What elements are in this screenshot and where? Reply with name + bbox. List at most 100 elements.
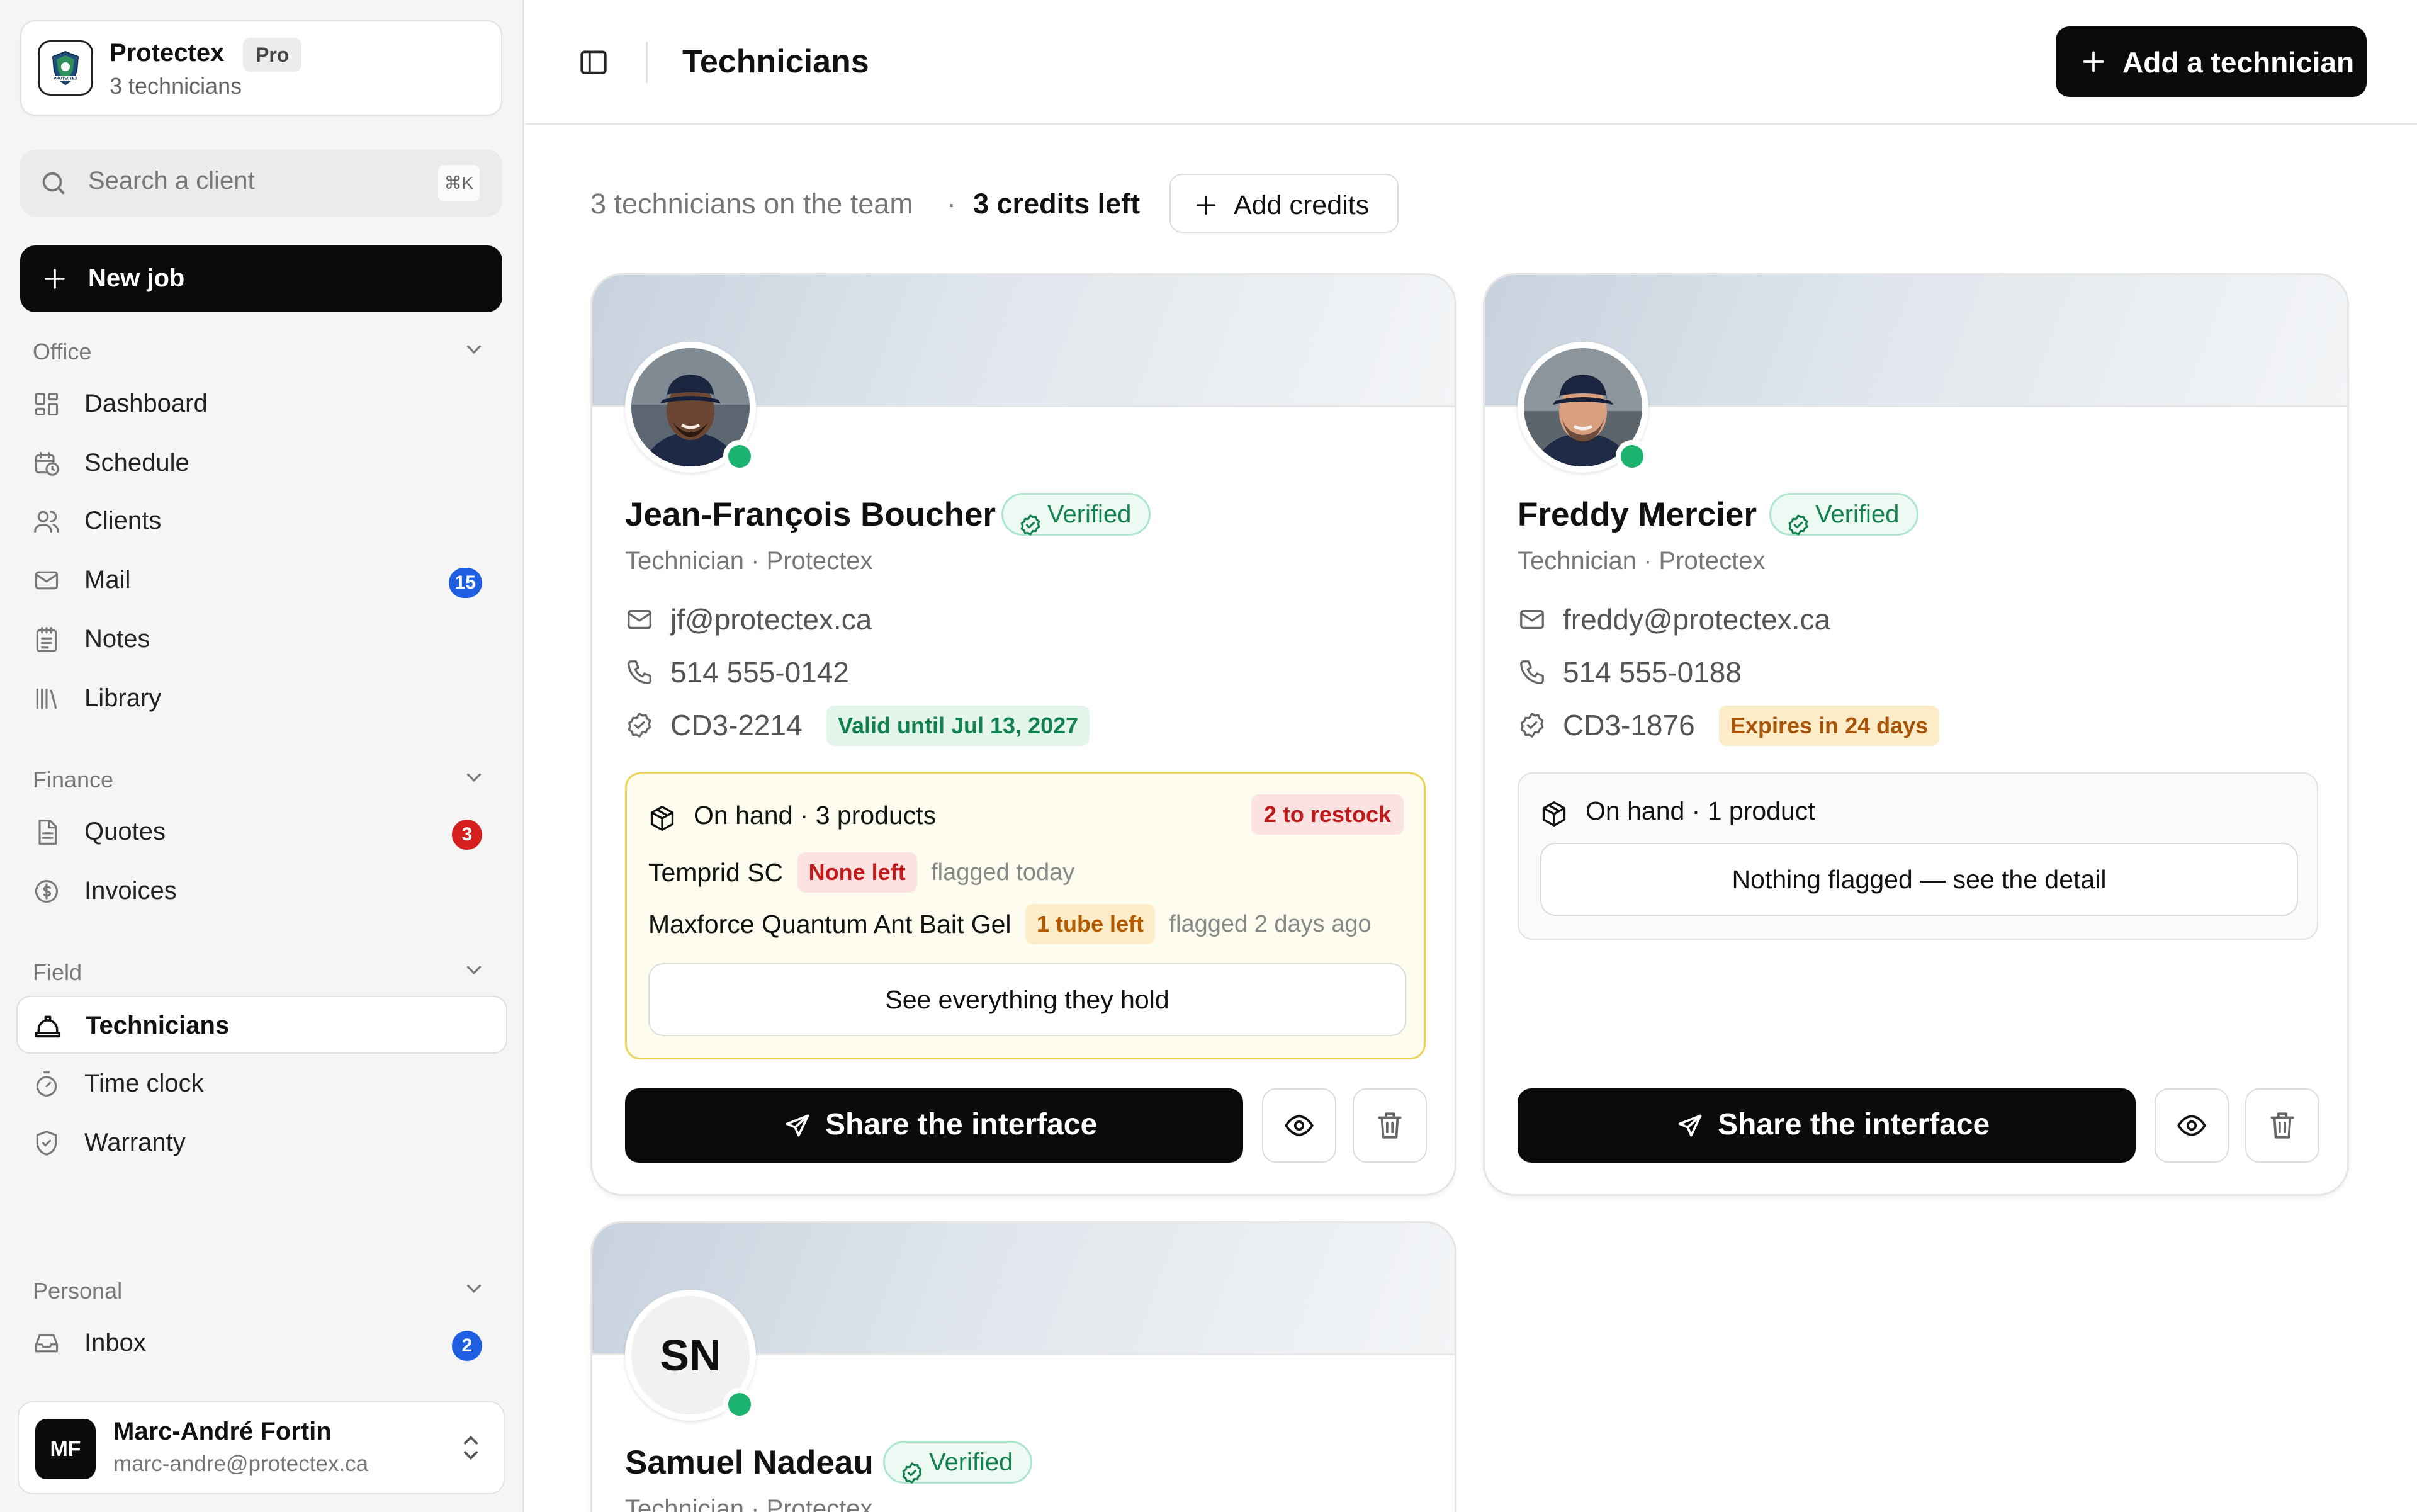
email-text: jf@protectex.ca <box>670 603 872 636</box>
certificate-number: CD3-1876 <box>1563 709 1695 742</box>
section-office: Office <box>33 339 92 364</box>
sidebar-item-dashboard[interactable]: Dashboard <box>16 375 507 433</box>
sidebar-item-label: Dashboard <box>84 390 208 417</box>
users-icon <box>33 507 60 535</box>
sidebar-item-label: Inbox <box>84 1329 146 1357</box>
grid-icon <box>33 390 60 418</box>
org-switcher[interactable]: PROTECTEX Protectex Pro 3 technicians <box>20 20 502 116</box>
inventory-header: On hand · 3 products <box>648 801 936 832</box>
eye-icon <box>2176 1110 2207 1141</box>
sidebar-item-schedule[interactable]: Schedule <box>16 434 507 492</box>
share-interface-button[interactable]: Share the interface <box>1518 1088 2136 1163</box>
check-circle-icon <box>1018 504 1042 543</box>
phone-icon <box>1518 658 1547 687</box>
technician-card: Jean-François Boucher Verified Technicia… <box>590 273 1456 1196</box>
send-icon <box>1676 1112 1704 1140</box>
sidebar-item-label: Notes <box>84 625 150 653</box>
technician-card: Freddy Mercier Verified Technician · Pro… <box>1483 273 2349 1196</box>
view-button[interactable] <box>1262 1088 1336 1163</box>
org-subtitle: 3 technicians <box>110 73 242 99</box>
trash-icon <box>1374 1110 1406 1141</box>
mail-icon <box>1518 605 1547 634</box>
sidebar-item-library[interactable]: Library <box>16 670 507 728</box>
quotes-count-badge: 3 <box>452 820 482 850</box>
sidebar-item-invoices[interactable]: Invoices <box>16 862 507 920</box>
chevron-down-icon[interactable] <box>462 958 486 982</box>
online-status-dot <box>723 440 756 473</box>
delete-button[interactable] <box>2245 1088 2319 1163</box>
chevron-down-icon[interactable] <box>462 765 486 789</box>
trash-icon <box>2267 1110 2298 1141</box>
flag-time: flagged today <box>931 859 1075 886</box>
top-bar: Technicians Add a technician <box>525 0 2417 125</box>
technician-name: Freddy Mercier <box>1518 496 1757 533</box>
inventory-panel: On hand · 1 product Nothing flagged — se… <box>1518 772 2318 940</box>
verified-label: Verified <box>1047 500 1132 528</box>
product-name: Temprid SC <box>648 857 784 887</box>
avatar[interactable] <box>625 342 756 473</box>
logo-wordmark: PROTECTEX <box>54 77 78 81</box>
package-icon <box>1540 798 1568 828</box>
search-input[interactable]: Search a client ⌘K <box>20 150 502 217</box>
technician-role: Technician · Protectex <box>1518 547 1766 575</box>
certificate-row: CD3-2214 Valid until Jul 13, 2027 <box>625 706 1129 746</box>
sidebar-item-label: Time clock <box>84 1069 204 1097</box>
dollar-circle-icon <box>33 877 60 905</box>
technician-role: Technician · Protectex <box>625 547 873 575</box>
sidebar-item-label: Warranty <box>84 1129 186 1156</box>
section-finance: Finance <box>33 767 114 793</box>
verified-badge: Verified <box>1769 493 1919 536</box>
send-icon <box>784 1112 811 1140</box>
certificate-status-badge: Expires in 24 days <box>1719 706 1940 746</box>
plus-icon <box>2080 48 2107 76</box>
section-field: Field <box>33 959 82 985</box>
eye-icon <box>1283 1110 1315 1141</box>
section-personal: Personal <box>33 1278 123 1304</box>
team-count: 3 technicians on the team <box>590 188 913 220</box>
calendar-clock-icon <box>33 449 60 477</box>
view-button[interactable] <box>2155 1088 2229 1163</box>
plus-icon <box>42 266 68 292</box>
sidebar-item-inbox[interactable]: Inbox 2 <box>16 1314 507 1372</box>
sidebar-toggle-icon[interactable] <box>578 47 609 78</box>
share-interface-button[interactable]: Share the interface <box>625 1088 1243 1163</box>
technician-role: Technician · Protectex <box>625 1495 873 1512</box>
delete-button[interactable] <box>1353 1088 1427 1163</box>
online-status-dot <box>723 1388 756 1421</box>
verified-label: Verified <box>929 1448 1013 1476</box>
page-title: Technicians <box>682 43 869 80</box>
mail-icon <box>625 605 654 634</box>
chevron-down-icon[interactable] <box>462 337 486 361</box>
package-icon <box>648 802 676 832</box>
org-name: Protectex <box>110 39 225 67</box>
search-shortcut: ⌘K <box>438 165 480 201</box>
add-technician-button[interactable]: Add a technician <box>2056 26 2367 97</box>
certificate-check-icon <box>625 711 654 740</box>
sidebar-item-warranty[interactable]: Warranty <box>16 1114 507 1172</box>
stopwatch-icon <box>33 1070 60 1098</box>
sidebar-item-label: Clients <box>84 507 162 534</box>
summary-separator: · <box>947 188 956 220</box>
sidebar-item-label: Library <box>84 684 162 712</box>
shield-check-icon <box>33 1129 60 1157</box>
sidebar-item-clients[interactable]: Clients <box>16 492 507 550</box>
sidebar-item-quotes[interactable]: Quotes 3 <box>16 803 507 861</box>
sidebar-item-notes[interactable]: Notes <box>16 611 507 669</box>
add-credits-button[interactable]: Add credits <box>1169 174 1399 233</box>
new-job-label: New job <box>88 264 185 292</box>
sidebar-item-mail[interactable]: Mail 15 <box>16 551 507 609</box>
chevron-down-icon[interactable] <box>462 1277 486 1300</box>
avatar[interactable]: SN <box>625 1290 756 1421</box>
user-menu[interactable]: MF Marc-André Fortin marc-andre@protecte… <box>18 1401 505 1494</box>
avatar[interactable] <box>1518 342 1648 473</box>
technician-name: Jean-François Boucher <box>625 496 996 533</box>
sidebar-item-time-clock[interactable]: Time clock <box>16 1055 507 1113</box>
new-job-button[interactable]: New job <box>20 245 502 312</box>
online-status-dot <box>1616 440 1648 473</box>
see-inventory-button[interactable]: See everything they hold <box>648 963 1406 1036</box>
technician-name: Samuel Nadeau <box>625 1444 874 1481</box>
see-inventory-button[interactable]: Nothing flagged — see the detail <box>1540 843 2298 916</box>
phone-text: 514 555-0142 <box>670 656 849 689</box>
inventory-count: On hand · 1 product <box>1586 796 1815 825</box>
sidebar-item-technicians[interactable]: Technicians <box>16 996 507 1054</box>
